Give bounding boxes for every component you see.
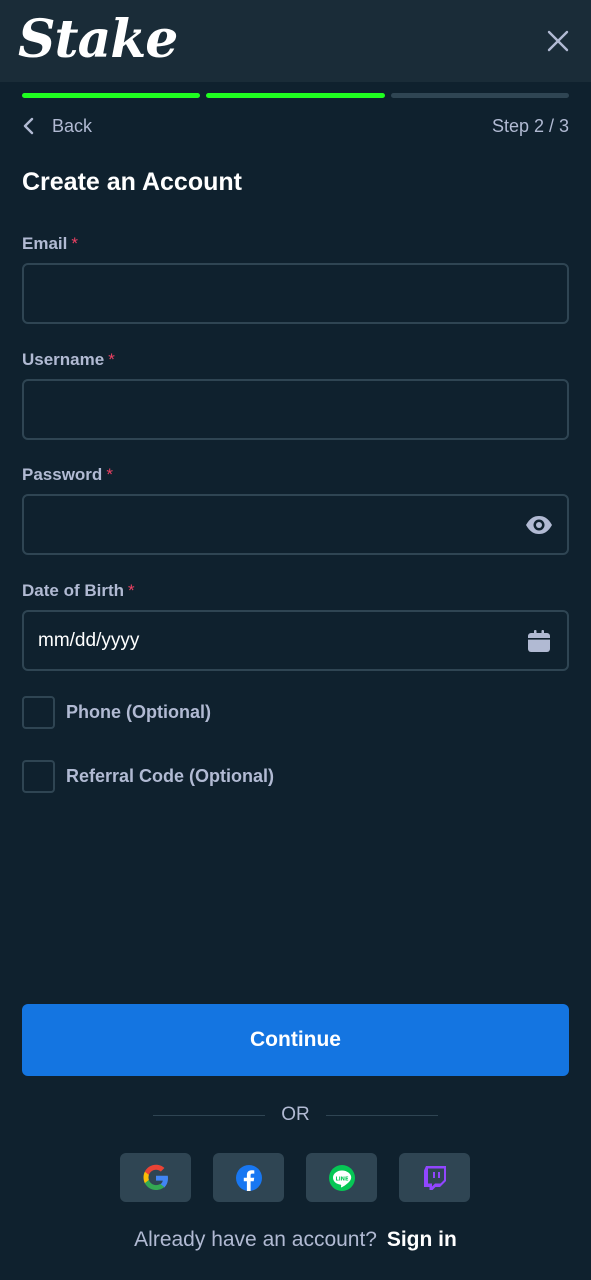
line-login-button[interactable]: LINE [306,1153,377,1202]
dob-field[interactable] [24,612,519,669]
referral-option[interactable]: Referral Code (Optional) [22,759,275,793]
dob-label-text: Date of Birth [22,581,124,600]
email-label: Email * [22,234,78,254]
step-indicator: Step 2 / 3 [491,116,569,136]
twitch-login-button[interactable] [399,1153,470,1202]
signin-row: Already have an account? Sign in [0,1228,591,1252]
username-label-text: Username [22,350,105,369]
password-field-wrapper [22,494,569,555]
password-label: Password * [22,465,113,485]
or-divider: OR [0,1102,591,1128]
back-button[interactable]: Back [22,111,92,141]
divider-line-right [325,1114,438,1116]
close-icon [547,30,569,52]
username-field-wrapper [22,379,569,440]
email-field[interactable] [24,265,567,322]
facebook-login-button[interactable] [213,1153,284,1202]
or-text: OR [281,1104,310,1125]
toggle-password-visibility[interactable] [519,505,559,545]
calendar-icon [528,629,550,652]
progress-segment-1 [22,93,201,98]
email-field-wrapper [22,263,569,324]
phone-option-label: Phone (Optional) [66,701,211,722]
continue-button[interactable]: Continue [22,1004,569,1076]
phone-option[interactable]: Phone (Optional) [22,695,211,729]
stake-logo: Stake [18,9,178,70]
header: Stake [0,0,591,82]
google-login-button[interactable] [120,1153,191,1202]
password-label-text: Password [22,465,103,484]
referral-checkbox[interactable] [22,759,55,793]
line-icon: LINE [328,1164,355,1191]
page-title: Create an Account [22,168,242,196]
back-label: Back [52,115,93,136]
progress-segment-2 [206,93,385,98]
divider-line-left [153,1114,266,1116]
email-label-text: Email [22,234,68,253]
password-field[interactable] [24,496,519,553]
required-marker: * [106,465,113,484]
dob-field-wrapper [22,610,569,671]
close-button[interactable] [541,24,575,58]
referral-option-label: Referral Code (Optional) [66,765,275,786]
dob-label: Date of Birth * [22,581,135,601]
social-login-row: LINE [120,1153,470,1202]
google-icon [143,1164,168,1190]
username-field[interactable] [24,381,567,438]
eye-icon [526,515,552,534]
required-marker: * [71,234,78,253]
step-progress-bar [22,93,569,99]
username-label: Username * [22,350,115,370]
required-marker: * [108,350,115,369]
phone-checkbox[interactable] [22,695,55,729]
twitch-icon [423,1165,446,1190]
svg-text:LINE: LINE [335,1176,349,1182]
progress-segment-3 [390,93,569,98]
signin-prompt: Already have an account? [134,1228,377,1251]
registration-page: Stake Back Step 2 / 3 Create an Account … [0,0,591,1280]
signin-link[interactable]: Sign in [387,1228,457,1251]
facebook-icon [235,1164,262,1191]
chevron-left-icon [23,117,34,135]
open-calendar-button[interactable] [519,621,559,661]
required-marker: * [128,581,135,600]
